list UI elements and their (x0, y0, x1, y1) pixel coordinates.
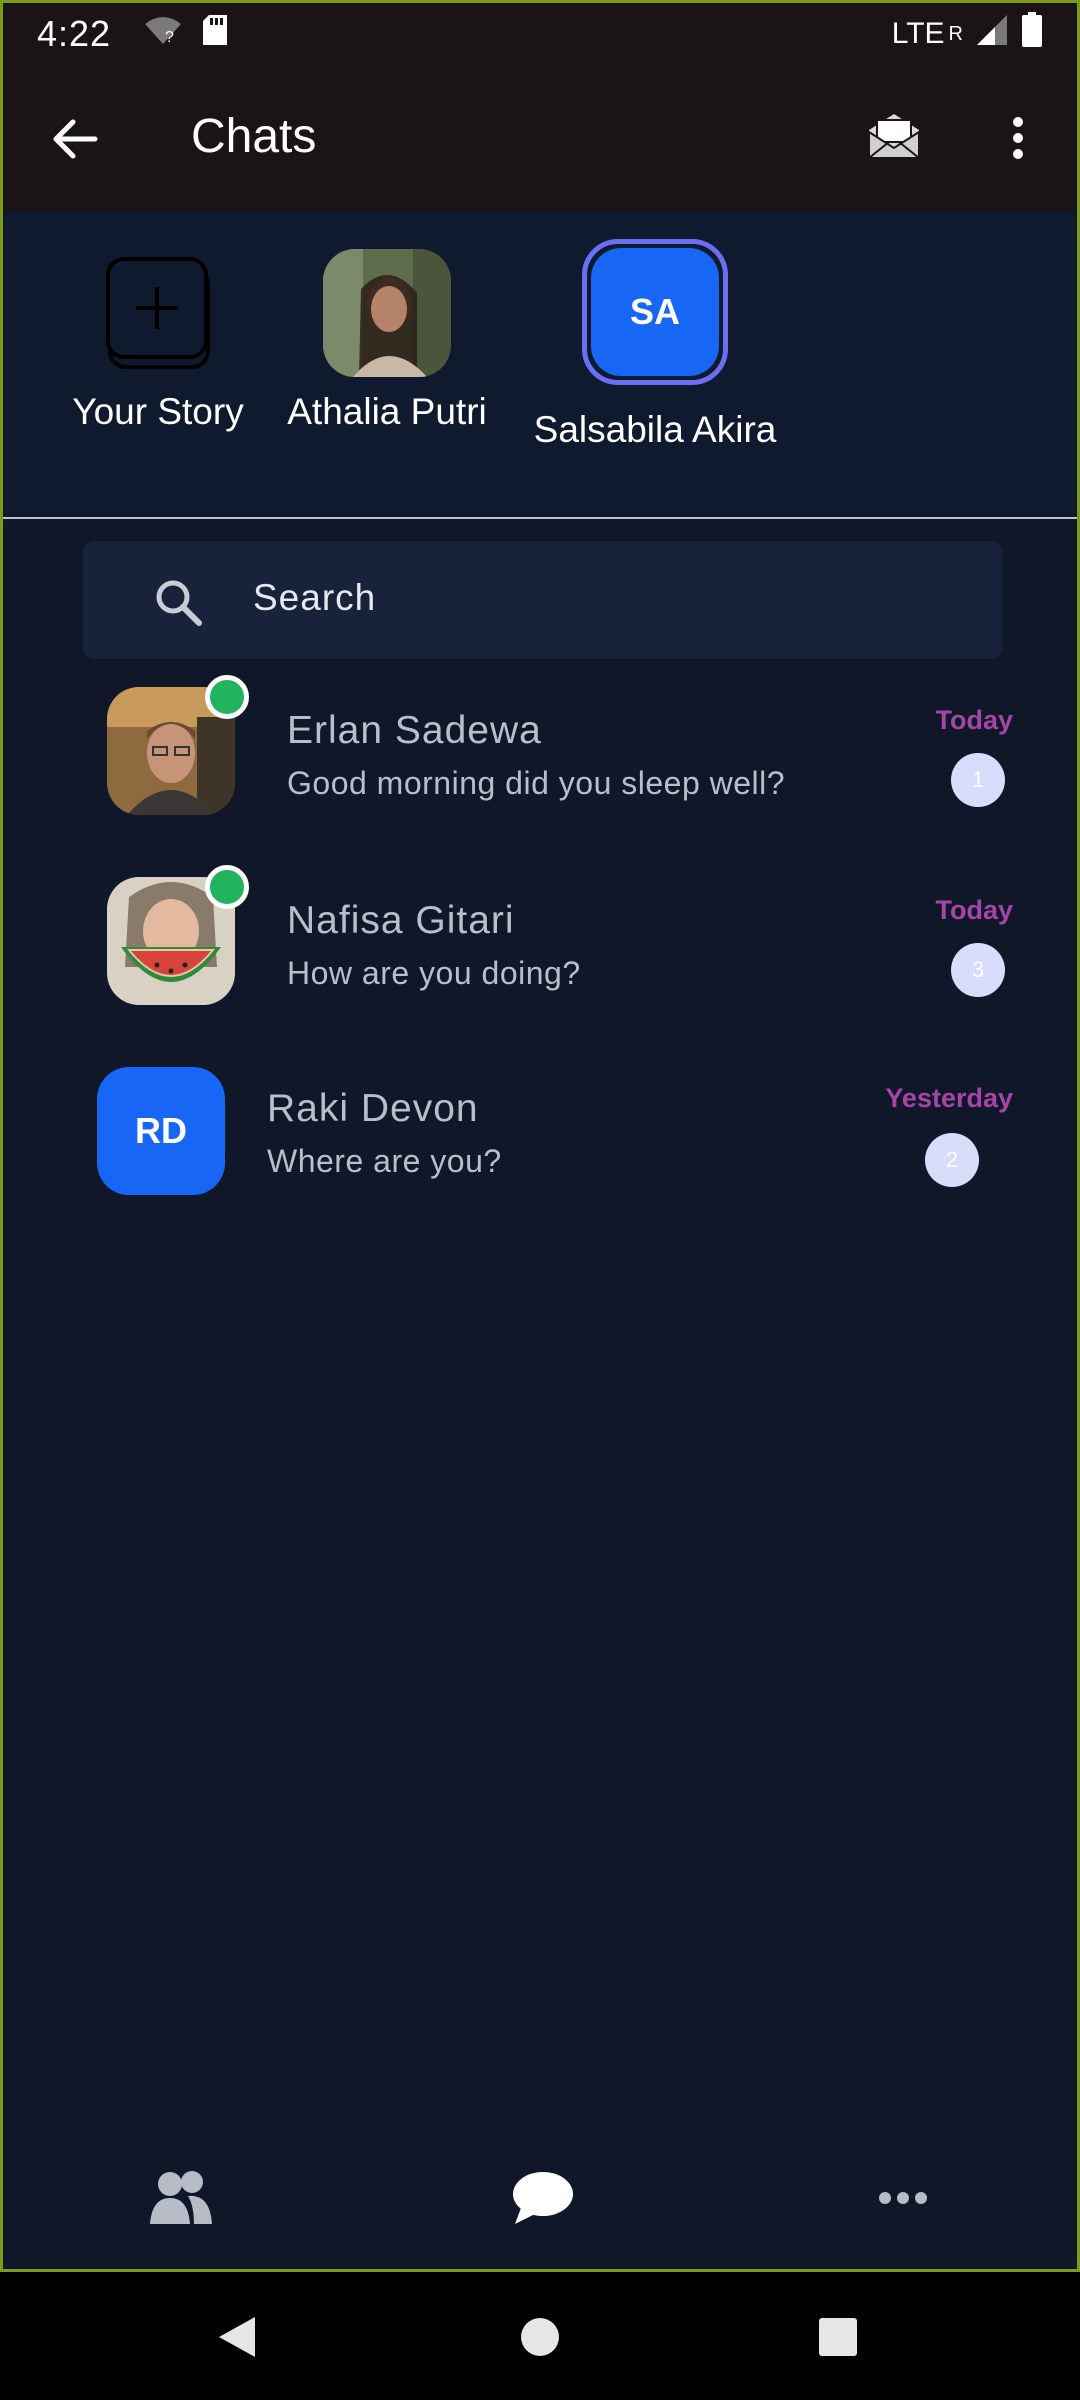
story-label: Your Story (72, 391, 244, 432)
search-placeholder: Search (253, 577, 377, 618)
chat-name: Raki Devon (267, 1087, 479, 1130)
more-vertical-icon[interactable] (993, 105, 1043, 171)
unread-count-badge: 2 (925, 1133, 979, 1187)
app-screen: 4:22 ? LTE R Chats Your Story Athalia Pu… (0, 0, 1080, 2272)
unread-count-badge: 1 (951, 753, 1005, 807)
battery-icon (1021, 12, 1043, 56)
network-type: LTE (891, 17, 945, 50)
back-arrow-icon[interactable] (45, 109, 105, 169)
avatar-initials: RD (97, 1067, 225, 1195)
page-title: Chats (191, 110, 317, 163)
status-bar: 4:22 ? LTE R (3, 3, 1077, 65)
bottom-navigation (3, 2123, 1077, 2269)
story-label: Athalia Putri (287, 391, 487, 432)
chat-date: Today (935, 705, 1013, 735)
story-salsabila-akira[interactable]: SA Salsabila Akira (513, 239, 797, 451)
chat-name: Nafisa Gitari (287, 899, 515, 942)
avatar: SA (582, 239, 728, 385)
online-status-indicator (205, 675, 249, 719)
avatar (323, 249, 451, 377)
contacts-icon[interactable] (121, 2123, 241, 2269)
system-back-icon[interactable] (202, 2302, 272, 2372)
system-navigation-bar (0, 2272, 1080, 2400)
chat-message-preview: Where are you? (267, 1143, 502, 1179)
sd-card-icon (201, 13, 229, 56)
wifi-question-icon: ? (143, 13, 183, 55)
chat-message-preview: How are you doing? (287, 955, 581, 991)
avatar-initials: SA (591, 248, 719, 376)
chat-bubble-icon[interactable] (483, 2123, 603, 2269)
more-horizontal-icon[interactable] (843, 2123, 963, 2269)
chat-name: Erlan Sadewa (287, 709, 542, 752)
story-your-story[interactable]: Your Story (63, 257, 253, 433)
signal-icon (975, 13, 1009, 55)
search-icon (151, 575, 205, 629)
mail-open-icon[interactable] (861, 103, 927, 169)
story-label: Salsabila Akira (533, 409, 777, 450)
add-story-icon (106, 257, 210, 369)
chat-date: Today (935, 895, 1013, 925)
chat-item-nafisa-gitari[interactable]: Nafisa Gitari How are you doing? Today 3 (3, 865, 1077, 1043)
unread-count-badge: 3 (951, 943, 1005, 997)
status-time: 4:22 (37, 13, 112, 54)
chat-item-raki-devon[interactable]: RD Raki Devon Where are you? Yesterday 2 (3, 1063, 1077, 1233)
story-athalia-putri[interactable]: Athalia Putri (267, 249, 507, 433)
system-home-icon[interactable] (505, 2302, 575, 2372)
app-bar: Chats (3, 65, 1077, 211)
svg-text:?: ? (165, 29, 174, 46)
online-status-indicator (205, 865, 249, 909)
chat-item-erlan-sadewa[interactable]: Erlan Sadewa Good morning did you sleep … (3, 675, 1077, 853)
chat-message-preview: Good morning did you sleep well? (287, 765, 786, 801)
chat-date: Yesterday (885, 1083, 1013, 1113)
search-input[interactable]: Search (83, 541, 1003, 659)
stories-row: Your Story Athalia Putri SA Salsabila Ak… (3, 211, 1077, 519)
system-recents-icon[interactable] (803, 2302, 873, 2372)
roaming-indicator: R (948, 22, 963, 45)
